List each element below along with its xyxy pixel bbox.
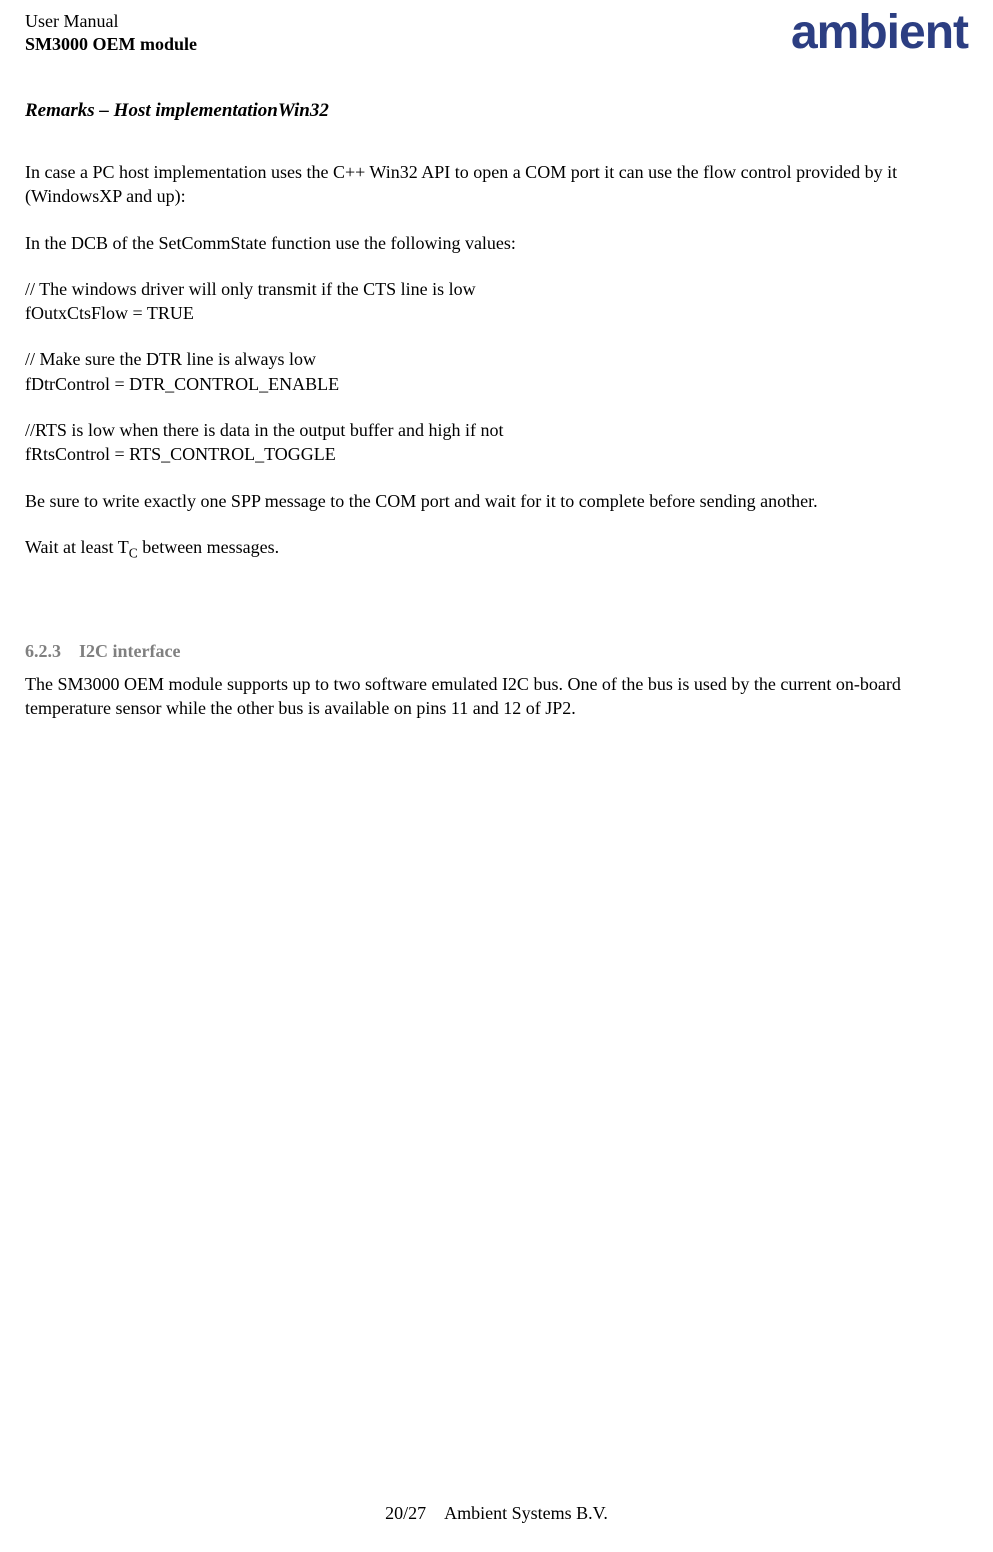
code-line-1: fOutxCtsFlow = TRUE [25, 301, 968, 325]
header-left: User Manual SM3000 OEM module [25, 10, 197, 57]
p7-pre: Wait at least T [25, 537, 129, 557]
paragraph-1: In case a PC host implementation uses th… [25, 160, 968, 209]
code-block-3: //RTS is low when there is data in the o… [25, 418, 968, 467]
document-page: User Manual SM3000 OEM module ambient Re… [0, 0, 993, 1552]
paragraph-2: In the DCB of the SetCommState function … [25, 231, 968, 255]
p7-post: between messages. [138, 537, 279, 557]
paragraph-7: Wait at least TC between messages. [25, 535, 968, 563]
code-block-2: // Make sure the DTR line is always low … [25, 347, 968, 396]
footer-page-number: 20/27 [385, 1503, 426, 1523]
section-heading: Remarks – Host implementationWin32 [25, 100, 968, 122]
subsection-text: The SM3000 OEM module supports up to two… [25, 672, 968, 721]
code-line-3: fRtsControl = RTS_CONTROL_TOGGLE [25, 442, 968, 466]
page-header: User Manual SM3000 OEM module ambient [25, 10, 968, 60]
code-block-1: // The windows driver will only transmit… [25, 277, 968, 326]
code-comment-3: //RTS is low when there is data in the o… [25, 418, 968, 442]
subsection-heading: 6.2.3 I2C interface [25, 641, 968, 662]
header-title: User Manual [25, 10, 197, 33]
code-comment-2: // Make sure the DTR line is always low [25, 347, 968, 371]
footer-org: Ambient Systems B.V. [444, 1503, 608, 1523]
header-subtitle: SM3000 OEM module [25, 33, 197, 56]
logo: ambient [791, 5, 968, 60]
subsection-number: 6.2.3 [25, 641, 61, 662]
subsection-title: I2C interface [79, 641, 180, 661]
subsection: 6.2.3 I2C interface [25, 641, 968, 662]
code-comment-1: // The windows driver will only transmit… [25, 277, 968, 301]
paragraph-6: Be sure to write exactly one SPP message… [25, 489, 968, 513]
page-footer: 20/27 Ambient Systems B.V. [0, 1503, 993, 1524]
logo-text: ambient [791, 5, 968, 60]
code-line-2: fDtrControl = DTR_CONTROL_ENABLE [25, 372, 968, 396]
p7-subscript: C [129, 546, 138, 561]
